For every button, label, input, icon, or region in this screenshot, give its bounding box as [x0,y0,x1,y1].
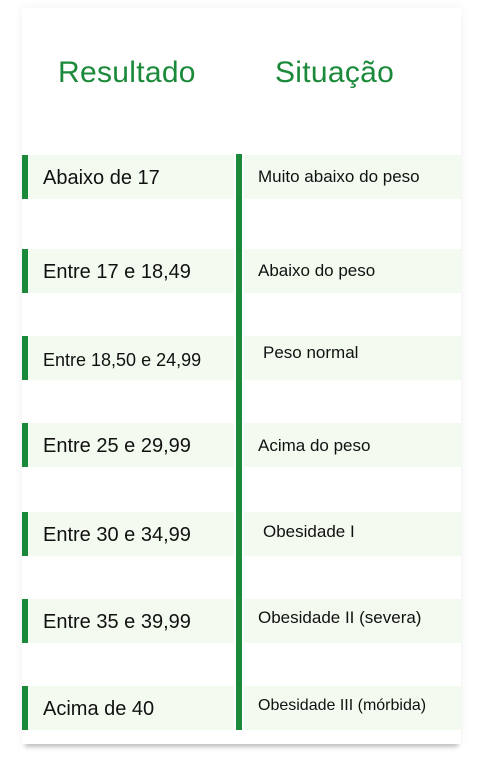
table-row-situation: Obesidade II (severa) [244,599,461,643]
table-row-result: Entre 25 e 29,99 [22,423,234,467]
result-cell: Entre 30 e 34,99 [43,524,191,546]
situation-cell: Acima do peso [258,436,371,455]
result-cell: Entre 17 e 18,49 [43,261,191,283]
situation-cell: Obesidade III (mórbida) [258,697,427,714]
table-row-result: Abaixo de 17 [22,155,234,199]
table-row-result: Entre 35 e 39,99 [22,599,234,643]
table-row-result: Entre 18,50 e 24,99 [22,336,234,380]
situation-cell: Obesidade II (severa) [258,608,422,627]
result-cell: Entre 18,50 e 24,99 [43,350,202,370]
header-resultado: Resultado [58,56,196,89]
table-row-situation: Obesidade III (mórbida) [244,686,461,730]
column-divider [236,154,242,730]
table-row-situation: Muito abaixo do peso [244,155,461,199]
result-cell: Entre 35 e 39,99 [43,611,191,633]
table-row-result: Acima de 40 [22,686,234,730]
result-cell: Entre 25 e 29,99 [43,435,191,457]
table-row-situation: Peso normal [244,336,461,380]
situation-cell: Abaixo do peso [258,261,376,280]
bmi-table-card: Resultado Situação Abaixo de 17 Muito ab… [22,8,461,744]
header-situacao: Situação [275,56,395,89]
situation-cell: Obesidade I [263,522,355,541]
table-row-result: Entre 17 e 18,49 [22,249,234,293]
table-row-situation: Abaixo do peso [244,249,461,293]
table-row-result: Entre 30 e 34,99 [22,512,234,556]
situation-cell: Muito abaixo do peso [258,167,420,186]
table-row-situation: Obesidade I [244,512,461,556]
table-row-situation: Acima do peso [244,423,461,467]
situation-cell: Peso normal [263,343,359,362]
result-cell: Acima de 40 [43,698,155,720]
result-cell: Abaixo de 17 [43,167,160,189]
